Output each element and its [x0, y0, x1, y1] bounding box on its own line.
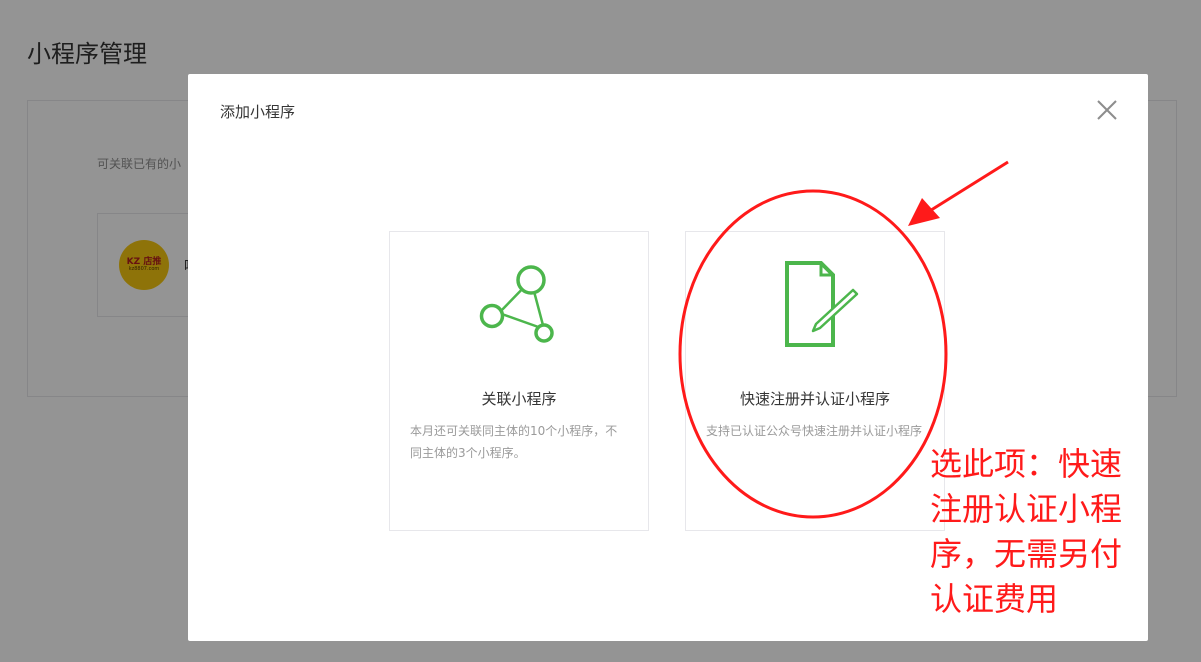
quick-register-option[interactable]: 快速注册并认证小程序 支持已认证公众号快速注册并认证小程序	[685, 231, 945, 531]
annotation-text: 选此项：快速注册认证小程序，无需另付认证费用	[930, 445, 1123, 618]
network-nodes-icon	[479, 265, 554, 343]
document-edit-icon	[785, 261, 859, 347]
link-miniprogram-option[interactable]: 关联小程序 本月还可关联同主体的10个小程序，不同主体的3个小程序。	[389, 231, 649, 531]
option-label: 关联小程序	[481, 390, 557, 408]
close-icon	[1097, 100, 1117, 120]
close-button[interactable]	[1096, 99, 1118, 121]
dialog-title: 添加小程序	[220, 103, 296, 121]
option-description: 本月还可关联同主体的10个小程序，不同主体的3个小程序。	[410, 424, 618, 460]
option-label: 快速注册并认证小程序	[739, 390, 890, 408]
option-description: 支持已认证公众号快速注册并认证小程序	[706, 424, 923, 438]
